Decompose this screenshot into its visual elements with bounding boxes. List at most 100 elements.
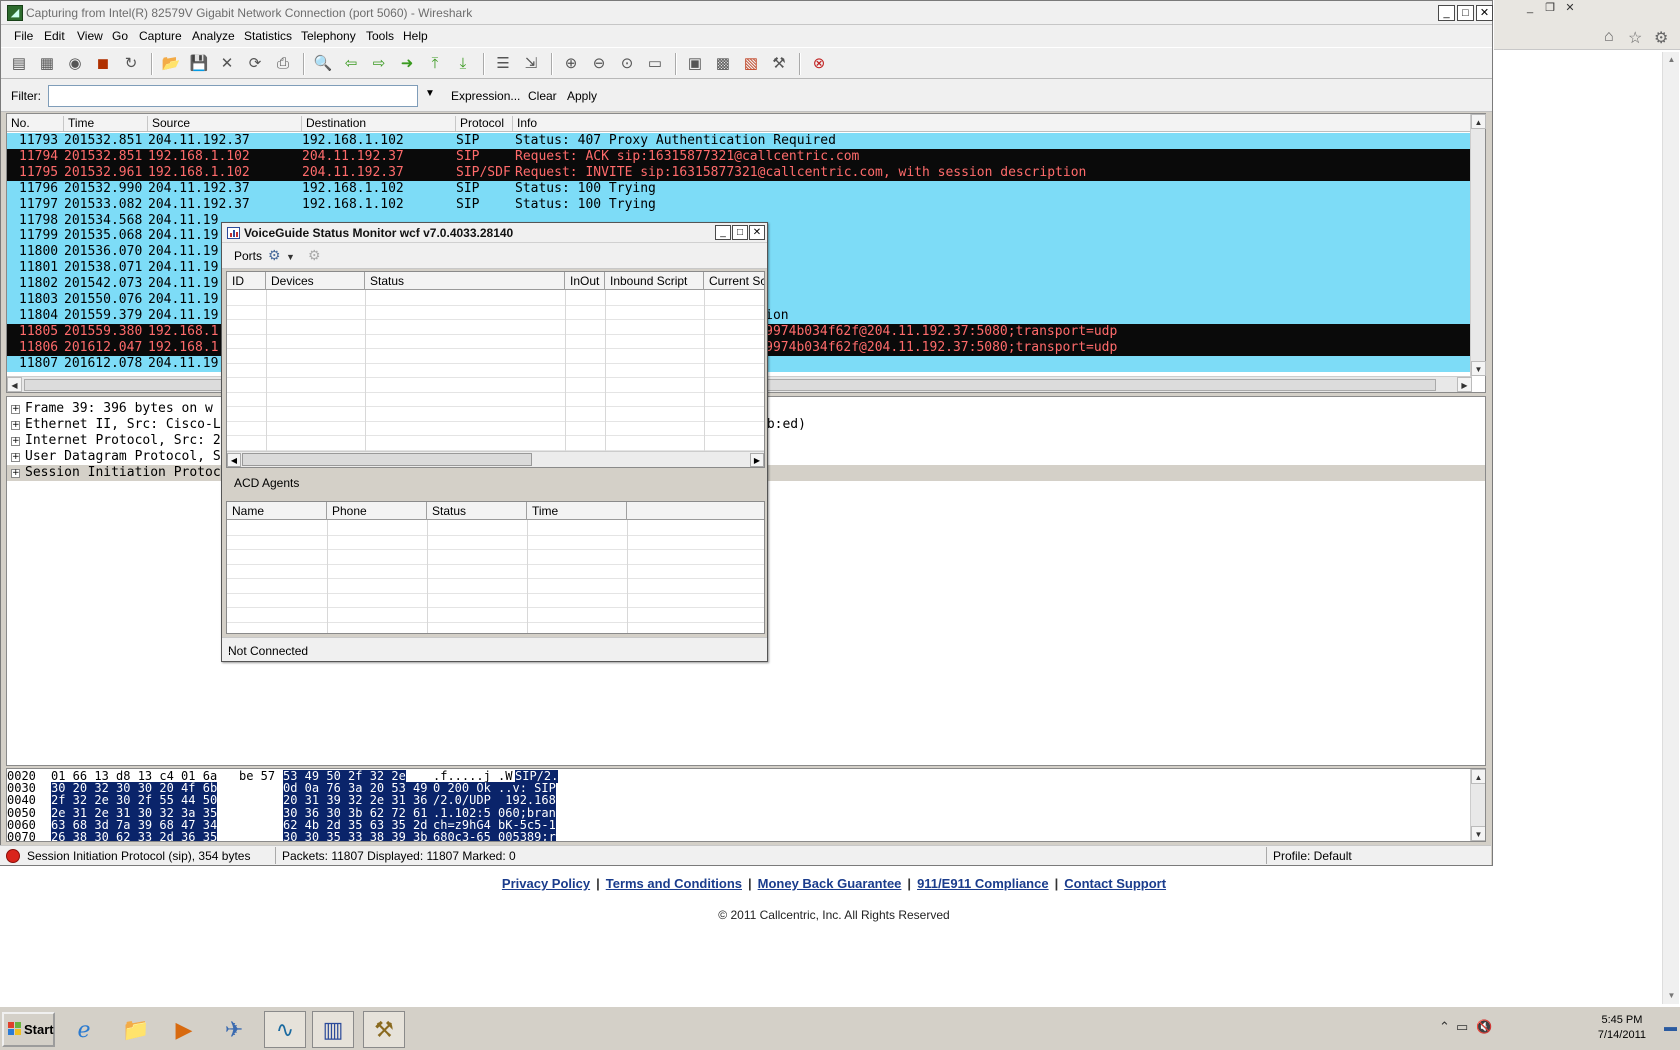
auto-scroll-icon[interactable]: ⇲	[521, 54, 541, 74]
help-icon[interactable]: ⊗	[809, 54, 829, 74]
column-header-time[interactable]: Time	[64, 116, 148, 131]
wireshark-taskbar-icon[interactable]: ∿	[264, 1011, 306, 1048]
close-file-icon[interactable]: ✕	[217, 54, 237, 74]
terms-link[interactable]: Terms and Conditions	[606, 876, 742, 891]
ports-hscrollbar[interactable]: ◀ ▶	[227, 451, 764, 467]
scroll-up-icon[interactable]: ▲	[1471, 769, 1485, 784]
show-hidden-icons-icon[interactable]: ⌃	[1439, 1019, 1450, 1035]
hex-row[interactable]: 0040 2f 32 2e 30 2f 55 44 50 20 31 39 32 2…	[7, 794, 1467, 808]
menu-statistics[interactable]: Statistics	[244, 29, 292, 43]
column-header-source[interactable]: Source	[148, 116, 302, 131]
ports-col-status[interactable]: Status	[365, 272, 565, 290]
scroll-right-icon[interactable]: ▶	[1457, 377, 1472, 392]
acd-col-name[interactable]: Name	[227, 502, 327, 520]
packet-row[interactable]: 11795 201532.961 192.168.1.102 204.11.192.3…	[7, 164, 1474, 181]
clear-button[interactable]: Clear	[528, 89, 557, 103]
hex-row[interactable]: 0070 26 38 30 62 33 2d 36 35 30 30 35 33 3…	[7, 831, 1467, 841]
menu-file[interactable]: File	[14, 29, 33, 43]
colorize-icon[interactable]: ☰	[493, 54, 513, 74]
packet-row[interactable]: 11796 201532.990 204.11.192.37 192.168.1.10…	[7, 180, 1474, 197]
menu-telephony[interactable]: Telephony	[301, 29, 356, 43]
e911-link[interactable]: 911/E911 Compliance	[917, 876, 1049, 891]
apply-button[interactable]: Apply	[567, 89, 597, 103]
expression-button[interactable]: Expression...	[451, 89, 520, 103]
menu-go[interactable]: Go	[112, 29, 128, 43]
hex-row[interactable]: 0050 2e 31 2e 31 30 32 3a 35 30 36 30 3b 6…	[7, 806, 1467, 820]
zoom-in-icon[interactable]: ⊕	[561, 54, 581, 74]
scroll-left-icon[interactable]: ◀	[227, 453, 241, 467]
reload-icon[interactable]: ⟳	[245, 54, 265, 74]
interfaces-icon[interactable]: ▤	[9, 54, 29, 74]
open-file-icon[interactable]: 📂	[161, 54, 181, 74]
resize-columns-icon[interactable]: ▭	[645, 54, 665, 74]
acd-col-time[interactable]: Time	[527, 502, 627, 520]
packet-row[interactable]: 11797 201533.082 204.11.192.37 192.168.1.10…	[7, 196, 1474, 213]
ports-label[interactable]: Ports	[234, 249, 262, 263]
scroll-thumb[interactable]	[242, 453, 532, 466]
packet-row[interactable]: 11793 201532.851 204.11.192.37 192.168.1.10…	[7, 133, 1474, 149]
network-tool-icon[interactable]: ✈	[213, 1011, 255, 1048]
clock[interactable]: 5:45 PM 7/14/2011	[1598, 1013, 1646, 1043]
scroll-up-icon[interactable]: ▲	[1663, 52, 1680, 68]
menu-view[interactable]: View	[77, 29, 103, 43]
network-icon[interactable]: ▭	[1456, 1019, 1468, 1035]
filter-dropdown-icon[interactable]: ▼	[425, 88, 435, 99]
privacy-policy-link[interactable]: Privacy Policy	[502, 876, 590, 891]
column-header-protocol[interactable]: Protocol	[456, 116, 513, 131]
ports-col-devices[interactable]: Devices	[266, 272, 365, 290]
close-icon[interactable]: ✕	[1562, 2, 1578, 15]
internet-explorer-icon[interactable]: ℯ	[63, 1011, 105, 1048]
volume-muted-icon[interactable]: 🔇	[1476, 1019, 1492, 1035]
hex-row[interactable]: 0020 01 66 13 d8 13 c4 01 6a be 57 53 49 50…	[7, 770, 1467, 783]
tools-taskbar-icon[interactable]: ⚒	[363, 1011, 405, 1048]
expand-icon[interactable]: +	[11, 453, 20, 462]
expand-icon[interactable]: +	[11, 405, 20, 414]
contact-support-link[interactable]: Contact Support	[1064, 876, 1166, 891]
favorites-star-icon[interactable]: ☆	[1628, 28, 1642, 48]
minimize-icon[interactable]: _	[1522, 2, 1538, 15]
menu-capture[interactable]: Capture	[139, 29, 182, 43]
save-file-icon[interactable]: 💾	[189, 54, 209, 74]
display-filters-icon[interactable]: ▩	[713, 54, 733, 74]
ports-col-current-script[interactable]: Current Scr	[704, 272, 764, 290]
packet-bytes[interactable]: 0020 01 66 13 d8 13 c4 01 6a be 57 53 49 50…	[6, 768, 1486, 842]
acd-col-phone[interactable]: Phone	[327, 502, 427, 520]
file-explorer-icon[interactable]: 📁	[115, 1011, 157, 1048]
scroll-down-icon[interactable]: ▼	[1471, 826, 1485, 841]
close-button[interactable]: ✕	[749, 225, 765, 240]
ports-table[interactable]: ID Devices Status InOut Inbound Script C…	[226, 271, 765, 468]
restart-capture-icon[interactable]: ↻	[121, 54, 141, 74]
find-packet-icon[interactable]: 🔍	[313, 54, 333, 74]
column-header-no[interactable]: No.	[7, 116, 64, 131]
menu-analyze[interactable]: Analyze	[192, 29, 235, 43]
maximize-button[interactable]: □	[732, 225, 748, 240]
show-desktop-icon[interactable]: ▬	[1664, 1019, 1677, 1034]
scroll-down-icon[interactable]: ▼	[1663, 988, 1680, 1004]
dropdown-arrow-icon[interactable]: ▼	[286, 252, 295, 262]
scroll-down-icon[interactable]: ▼	[1471, 361, 1486, 376]
expand-icon[interactable]: +	[11, 421, 20, 430]
close-button[interactable]: ✕	[1476, 5, 1493, 21]
ports-col-id[interactable]: ID	[227, 272, 266, 290]
status-profile[interactable]: Profile: Default	[1273, 849, 1352, 863]
minimize-button[interactable]: _	[1438, 5, 1455, 21]
voiceguide-taskbar-icon[interactable]: ▥	[312, 1011, 354, 1048]
scroll-left-icon[interactable]: ◀	[7, 377, 22, 392]
menu-tools[interactable]: Tools	[366, 29, 394, 43]
capture-options-icon[interactable]: ▦	[37, 54, 57, 74]
capture-filters-icon[interactable]: ▣	[685, 54, 705, 74]
start-capture-icon[interactable]: ◉	[65, 54, 85, 74]
ports-col-inout[interactable]: InOut	[565, 272, 605, 290]
money-back-link[interactable]: Money Back Guarantee	[758, 876, 902, 891]
zoom-out-icon[interactable]: ⊖	[589, 54, 609, 74]
minimize-button[interactable]: _	[715, 225, 731, 240]
expand-icon[interactable]: +	[11, 469, 20, 478]
start-button[interactable]: Start	[2, 1012, 55, 1047]
hex-row[interactable]: 0030 30 20 32 30 30 20 4f 6b 0d 0a 76 3a 2…	[7, 782, 1467, 796]
stop-capture-icon[interactable]: ◼	[93, 54, 113, 74]
connect-icon[interactable]: ⚙	[268, 247, 281, 264]
go-to-packet-icon[interactable]: ➜	[397, 54, 417, 74]
expert-info-icon[interactable]	[6, 849, 20, 863]
scroll-up-icon[interactable]: ▲	[1471, 114, 1486, 129]
coloring-rules-icon[interactable]: ▧	[741, 54, 761, 74]
